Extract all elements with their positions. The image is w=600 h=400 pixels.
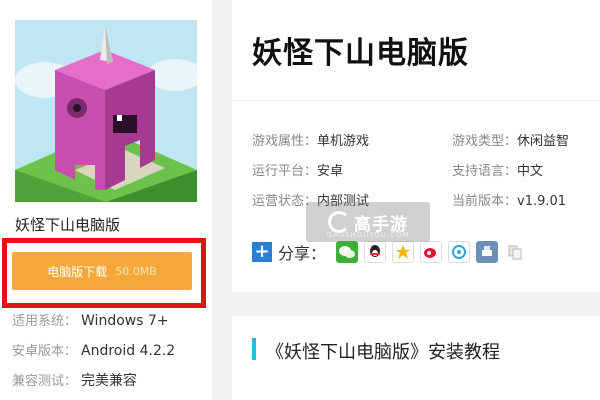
game-sidebar-card: 妖怪下山电脑版 电脑版下载 50.0MB 适用系统： Windows 7+ 安卓版… — [0, 0, 212, 400]
page-title: 妖怪下山电脑版 — [252, 36, 469, 71]
attr-value: 单机游戏 — [317, 134, 370, 149]
attr-category: 游戏类型：休闲益智 — [452, 130, 569, 149]
pc-download-button[interactable]: 电脑版下载 50.0MB — [12, 252, 192, 290]
tencent-weibo-icon[interactable] — [448, 241, 471, 263]
attr-value: 安卓 — [317, 164, 344, 179]
section-accent-bar — [252, 338, 256, 360]
divider — [232, 100, 600, 101]
info-value: 完美兼容 — [81, 373, 138, 389]
share-label: 分享： — [278, 244, 327, 263]
weibo-icon[interactable] — [420, 241, 443, 263]
game-detail-card: 妖怪下山电脑版 游戏属性：单机游戏 游戏类型：休闲益智 运行平台：安卓 支持语言… — [232, 0, 600, 292]
attr-value: 休闲益智 — [517, 134, 570, 149]
info-compat: 兼容测试： 完美兼容 — [12, 370, 137, 390]
attr-value: v1.9.01 — [517, 194, 567, 209]
info-label: 安卓版本： — [12, 344, 78, 359]
info-value: Android 4.2.2 — [81, 343, 176, 359]
download-size: 50.0MB — [115, 264, 157, 278]
attr-language: 支持语言：中文 — [452, 160, 543, 179]
info-label: 适用系统： — [12, 314, 78, 329]
qq-icon[interactable] — [364, 241, 387, 263]
attr-version: 当前版本：v1.9.01 — [452, 190, 566, 209]
watermark-domain: GAOSHOUYOU.COM — [326, 231, 410, 239]
wechat-icon[interactable] — [336, 241, 359, 263]
info-value: Windows 7+ — [81, 313, 169, 329]
attr-platform: 运行平台：安卓 — [252, 160, 343, 179]
copy-icon[interactable] — [504, 241, 527, 263]
info-system: 适用系统： Windows 7+ — [12, 310, 169, 329]
share-plus-icon[interactable]: + — [252, 242, 272, 262]
attr-label: 支持语言： — [452, 164, 518, 179]
print-icon[interactable] — [476, 241, 499, 263]
attr-label: 运行平台： — [252, 164, 318, 179]
section-title: 《妖怪下山电脑版》安装教程 — [266, 342, 500, 363]
install-tutorial-card: 《妖怪下山电脑版》安装教程 — [232, 316, 600, 400]
attr-value: 中文 — [517, 164, 544, 179]
attr-label: 当前版本： — [452, 194, 518, 209]
attr-label: 游戏类型： — [452, 134, 518, 149]
gaoshouyou-logo-icon — [328, 211, 350, 233]
attr-label: 游戏属性： — [252, 134, 318, 149]
game-name: 妖怪下山电脑版 — [15, 216, 121, 234]
qzone-icon[interactable] — [392, 241, 415, 263]
info-android-version: 安卓版本： Android 4.2.2 — [12, 340, 175, 359]
share-bar: + 分享： — [252, 240, 527, 264]
game-cover-image[interactable] — [15, 20, 197, 202]
info-label: 兼容测试： — [12, 374, 78, 389]
download-label: 电脑版下载 — [47, 264, 108, 279]
gaoshouyou-watermark: 高手游 GAOSHOUYOU.COM — [306, 202, 430, 242]
attr-game-type: 游戏属性：单机游戏 — [252, 130, 369, 149]
